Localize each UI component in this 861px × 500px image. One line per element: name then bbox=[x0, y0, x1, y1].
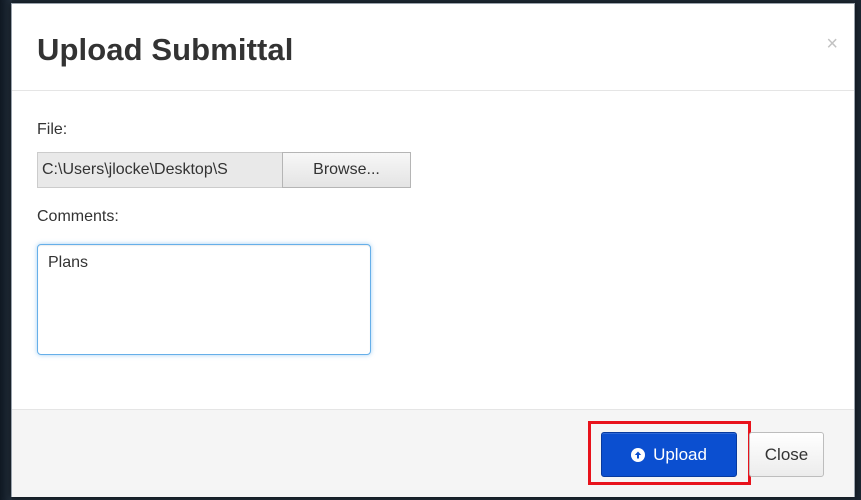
modal-footer: Upload Close bbox=[12, 409, 854, 497]
modal-title: Upload Submittal bbox=[37, 32, 294, 67]
circle-arrow-up-icon bbox=[631, 447, 646, 462]
upload-button-label: Upload bbox=[653, 444, 707, 464]
upload-submittal-dialog: Upload Submittal × File: C:\Users\jlocke… bbox=[11, 3, 855, 497]
comments-label: Comments: bbox=[37, 208, 119, 225]
modal-body: File: C:\Users\jlocke\Desktop\S Browse..… bbox=[12, 91, 854, 409]
file-path-field[interactable]: C:\Users\jlocke\Desktop\S bbox=[37, 152, 283, 188]
modal-header: Upload Submittal × bbox=[12, 4, 854, 91]
close-button[interactable]: Close bbox=[749, 432, 824, 477]
close-icon[interactable]: × bbox=[826, 34, 838, 54]
file-label: File: bbox=[37, 121, 68, 138]
backdrop-right bbox=[855, 0, 861, 500]
upload-button[interactable]: Upload bbox=[601, 432, 737, 477]
browse-button[interactable]: Browse... bbox=[282, 152, 411, 188]
comments-textarea[interactable]: Plans bbox=[37, 244, 371, 355]
